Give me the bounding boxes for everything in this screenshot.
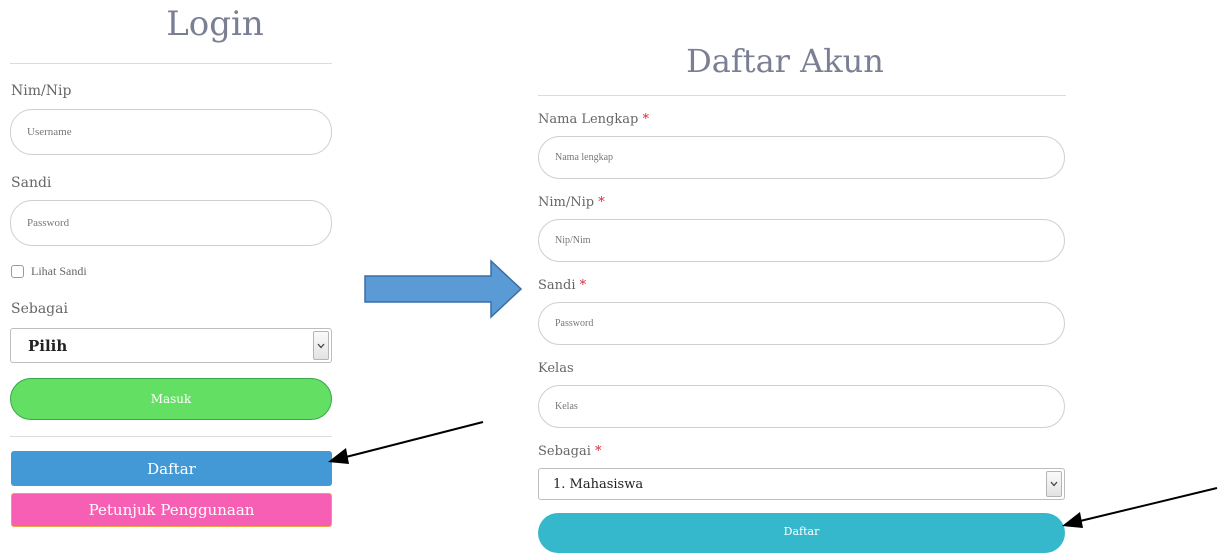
required-mark: *	[579, 278, 587, 293]
reg-password-input[interactable]: Password	[538, 302, 1065, 345]
required-mark: *	[595, 444, 602, 459]
reg-password-placeholder: Password	[555, 318, 594, 329]
login-divider-top	[10, 63, 332, 64]
show-password-label: Lihat Sandi	[31, 264, 87, 278]
name-input[interactable]: Nama lengkap	[538, 136, 1065, 179]
reg-role-select[interactable]: 1. Mahasiswa	[538, 468, 1065, 500]
username-placeholder: Username	[27, 126, 72, 138]
daftar-button[interactable]: Daftar	[11, 451, 332, 486]
masuk-button[interactable]: Masuk	[10, 378, 332, 420]
masuk-button-label: Masuk	[150, 392, 192, 406]
reg-nim-label-text: Nim/Nip	[538, 195, 595, 210]
class-input[interactable]: Kelas	[538, 385, 1065, 428]
show-password-checkbox[interactable]	[11, 265, 24, 278]
pointer-arrow-icon	[1062, 487, 1218, 528]
pointer-arrow-icon	[328, 421, 484, 464]
password-input[interactable]: Password	[10, 200, 332, 246]
chevron-down-icon[interactable]	[313, 331, 329, 360]
reg-role-label-text: Sebagai	[538, 444, 591, 459]
reg-password-label-text: Sandi	[538, 278, 576, 293]
guide-button[interactable]: Petunjuk Penggunaan	[11, 493, 332, 527]
password-placeholder: Password	[27, 217, 70, 229]
register-submit-button[interactable]: Daftar	[538, 513, 1065, 553]
reg-role-select-value: 1. Mahasiswa	[553, 476, 644, 492]
nim-placeholder: Nip/Nim	[555, 235, 591, 246]
role-select-value: Pilih	[28, 336, 68, 355]
reg-role-label: Sebagai *	[538, 444, 602, 459]
reg-password-label: Sandi *	[538, 278, 586, 293]
role-label: Sebagai	[11, 301, 68, 317]
nim-label: Nim/Nip	[11, 83, 72, 99]
role-select[interactable]: Pilih	[10, 328, 332, 363]
register-submit-label: Daftar	[783, 525, 820, 538]
required-mark: *	[642, 112, 649, 127]
name-label: Nama Lengkap *	[538, 112, 649, 127]
name-placeholder: Nama lengkap	[555, 152, 614, 163]
name-label-text: Nama Lengkap	[538, 112, 639, 127]
login-divider-bottom	[10, 436, 332, 437]
class-label: Kelas	[538, 361, 574, 376]
username-input[interactable]: Username	[10, 109, 332, 155]
login-title: Login	[166, 4, 264, 44]
reg-nim-label: Nim/Nip *	[538, 195, 605, 210]
daftar-button-label: Daftar	[147, 459, 196, 478]
password-label: Sandi	[11, 175, 52, 191]
guide-button-label: Petunjuk Penggunaan	[88, 501, 255, 519]
class-placeholder: Kelas	[555, 401, 578, 412]
right-arrow-icon	[364, 259, 522, 319]
nim-input[interactable]: Nip/Nim	[538, 219, 1065, 262]
register-title: Daftar Akun	[686, 42, 884, 80]
show-password-row[interactable]: Lihat Sandi	[11, 264, 87, 279]
register-divider	[538, 95, 1066, 96]
required-mark: *	[598, 195, 605, 210]
